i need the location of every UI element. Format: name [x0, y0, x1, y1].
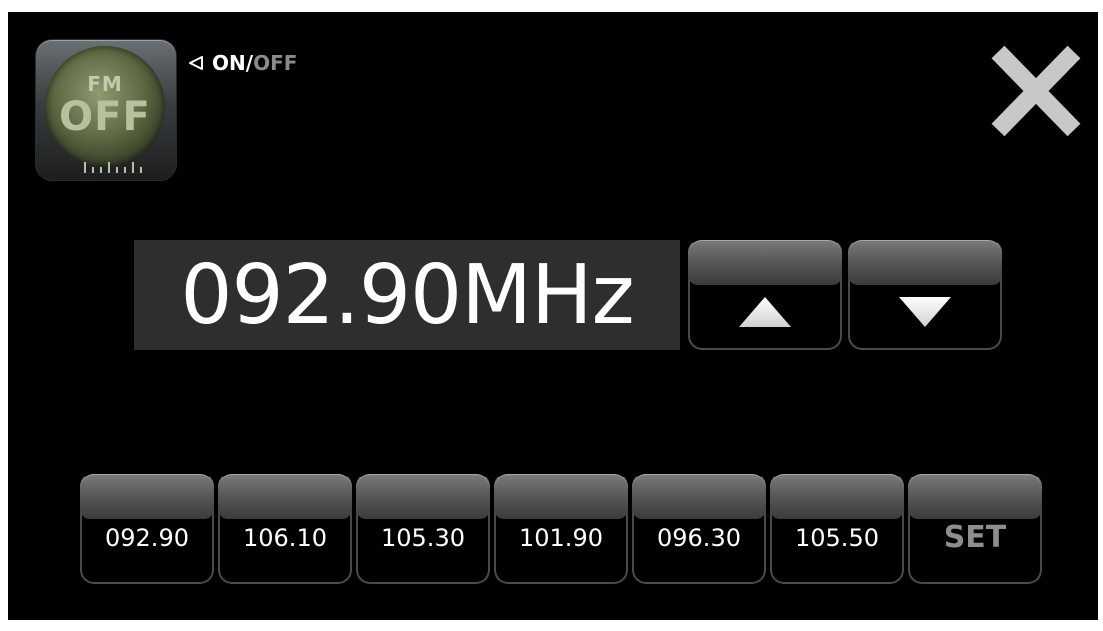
- frequency-display: 092.90MHz: [134, 240, 680, 350]
- button-cap: [632, 474, 766, 520]
- button-cap: [848, 240, 1002, 286]
- preset-label: 101.90: [519, 524, 603, 552]
- preset-button-1[interactable]: 092.90: [80, 472, 214, 584]
- preset-button-5[interactable]: 096.30: [632, 472, 766, 584]
- triangle-up-icon: [739, 297, 791, 327]
- set-label: SET: [943, 520, 1007, 555]
- tune-up-button[interactable]: [688, 238, 842, 350]
- tuning-scale-icon: [84, 162, 142, 173]
- fm-power-button[interactable]: FM OFF: [36, 40, 176, 180]
- button-cap: [770, 474, 904, 520]
- preset-label: 092.90: [105, 524, 189, 552]
- close-icon: [991, 45, 1081, 137]
- set-button[interactable]: SET: [908, 472, 1042, 584]
- triangle-down-icon: [899, 297, 951, 327]
- preset-button-6[interactable]: 105.50: [770, 472, 904, 584]
- power-separator: /: [245, 51, 254, 75]
- button-cap: [356, 474, 490, 520]
- tune-down-button[interactable]: [848, 238, 1002, 350]
- preset-label: 105.50: [795, 524, 879, 552]
- close-button[interactable]: [988, 45, 1084, 137]
- preset-label: 106.10: [243, 524, 327, 552]
- power-toggle[interactable]: ON/OFF: [188, 50, 297, 76]
- preset-label: 105.30: [381, 524, 465, 552]
- preset-button-4[interactable]: 101.90: [494, 472, 628, 584]
- button-cap: [80, 474, 214, 520]
- button-cap: [218, 474, 352, 520]
- fm-dial-icon: FM OFF: [45, 46, 165, 173]
- button-cap: [908, 474, 1042, 520]
- preset-label: 096.30: [657, 524, 741, 552]
- preset-button-3[interactable]: 105.30: [356, 472, 490, 584]
- radio-screen: FM OFF ON/OFF 092.90MHz 092.90 106.10 10…: [8, 12, 1098, 620]
- preset-button-2[interactable]: 106.10: [218, 472, 352, 584]
- power-on-label: ON: [212, 51, 246, 75]
- triangle-left-icon: [189, 56, 203, 70]
- button-cap: [494, 474, 628, 520]
- fm-band-label: FM: [87, 72, 123, 96]
- fm-state-label: OFF: [59, 94, 151, 140]
- power-off-label: OFF: [253, 51, 298, 75]
- button-cap: [688, 240, 842, 286]
